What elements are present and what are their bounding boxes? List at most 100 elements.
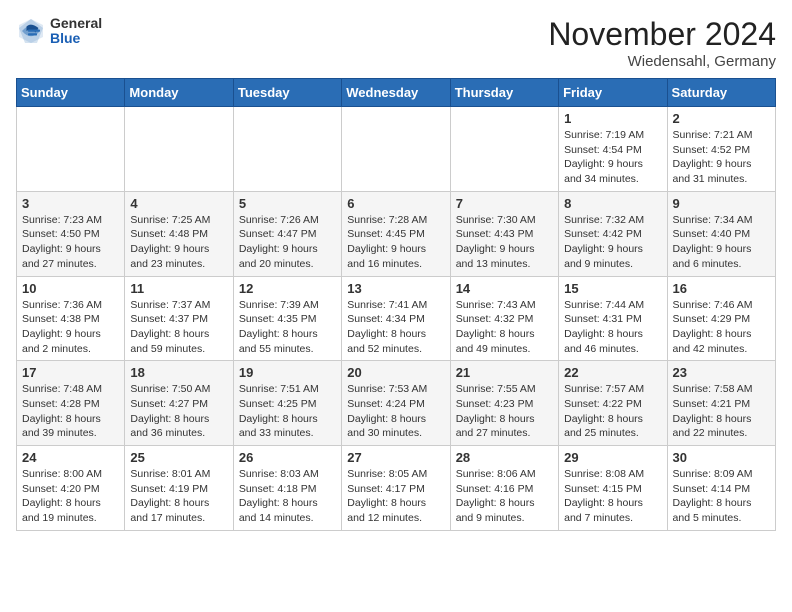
day-info: Sunrise: 8:09 AM Sunset: 4:14 PM Dayligh…	[673, 467, 770, 526]
calendar-cell: 4 Sunrise: 7:25 AM Sunset: 4:48 PM Daylig…	[125, 191, 233, 276]
logo-general: General	[50, 16, 102, 31]
day-info: Sunrise: 7:19 AM Sunset: 4:54 PM Dayligh…	[564, 128, 661, 187]
day-number: 7	[456, 196, 553, 211]
day-number: 29	[564, 450, 661, 465]
calendar-cell: 9 Sunrise: 7:34 AM Sunset: 4:40 PM Daylig…	[667, 191, 775, 276]
day-info: Sunrise: 7:58 AM Sunset: 4:21 PM Dayligh…	[673, 382, 770, 441]
calendar-cell: 30 Sunrise: 8:09 AM Sunset: 4:14 PM Dayli…	[667, 446, 775, 531]
day-info: Sunrise: 7:32 AM Sunset: 4:42 PM Dayligh…	[564, 213, 661, 272]
calendar-cell: 12Sunrise: 7:39 AM Sunset: 4:35 PM Dayli…	[233, 276, 341, 361]
month-title: November 2024	[548, 16, 776, 53]
calendar-week-3: 10 Sunrise: 7:36 AM Sunset: 4:38 PM Dayli…	[17, 276, 776, 361]
calendar-cell: 22 Sunrise: 7:57 AM Sunset: 4:22 PM Dayli…	[559, 361, 667, 446]
day-number: 4	[130, 196, 227, 211]
location: Wiedensahl, Germany	[548, 53, 776, 70]
day-number: 19	[239, 365, 336, 380]
day-number: 20	[347, 365, 444, 380]
calendar-cell: 17 Sunrise: 7:48 AM Sunset: 4:28 PM Dayli…	[17, 361, 125, 446]
day-info: Sunrise: 8:06 AM Sunset: 4:16 PM Dayligh…	[456, 467, 553, 526]
calendar-cell: 7 Sunrise: 7:30 AM Sunset: 4:43 PM Daylig…	[450, 191, 558, 276]
day-number: 6	[347, 196, 444, 211]
day-number: 5	[239, 196, 336, 211]
col-header-wednesday: Wednesday	[342, 79, 450, 107]
day-number: 8	[564, 196, 661, 211]
day-info: Sunrise: 7:37 AM Sunset: 4:37 PM Dayligh…	[130, 298, 227, 357]
day-number: 24	[22, 450, 119, 465]
calendar-cell: 15Sunrise: 7:44 AM Sunset: 4:31 PM Dayli…	[559, 276, 667, 361]
logo: General Blue	[16, 16, 102, 47]
day-info: Sunrise: 8:03 AM Sunset: 4:18 PM Dayligh…	[239, 467, 336, 526]
calendar-cell: 25Sunrise: 8:01 AM Sunset: 4:19 PM Dayli…	[125, 446, 233, 531]
calendar-cell	[450, 107, 558, 192]
calendar-cell: 23Sunrise: 7:58 AM Sunset: 4:21 PM Dayli…	[667, 361, 775, 446]
day-number: 12	[239, 281, 336, 296]
calendar-week-4: 17 Sunrise: 7:48 AM Sunset: 4:28 PM Dayli…	[17, 361, 776, 446]
day-number: 15	[564, 281, 661, 296]
day-info: Sunrise: 7:30 AM Sunset: 4:43 PM Dayligh…	[456, 213, 553, 272]
calendar-header-row: SundayMondayTuesdayWednesdayThursdayFrid…	[17, 79, 776, 107]
calendar-week-5: 24 Sunrise: 8:00 AM Sunset: 4:20 PM Dayli…	[17, 446, 776, 531]
day-number: 18	[130, 365, 227, 380]
day-info: Sunrise: 7:26 AM Sunset: 4:47 PM Dayligh…	[239, 213, 336, 272]
calendar-cell: 19 Sunrise: 7:51 AM Sunset: 4:25 PM Dayli…	[233, 361, 341, 446]
calendar-cell: 20 Sunrise: 7:53 AM Sunset: 4:24 PM Dayli…	[342, 361, 450, 446]
day-number: 13	[347, 281, 444, 296]
day-number: 22	[564, 365, 661, 380]
day-number: 9	[673, 196, 770, 211]
day-info: Sunrise: 7:53 AM Sunset: 4:24 PM Dayligh…	[347, 382, 444, 441]
day-info: Sunrise: 8:00 AM Sunset: 4:20 PM Dayligh…	[22, 467, 119, 526]
day-info: Sunrise: 7:43 AM Sunset: 4:32 PM Dayligh…	[456, 298, 553, 357]
day-info: Sunrise: 8:08 AM Sunset: 4:15 PM Dayligh…	[564, 467, 661, 526]
col-header-monday: Monday	[125, 79, 233, 107]
calendar-cell: 28 Sunrise: 8:06 AM Sunset: 4:16 PM Dayli…	[450, 446, 558, 531]
calendar-cell: 26 Sunrise: 8:03 AM Sunset: 4:18 PM Dayli…	[233, 446, 341, 531]
day-info: Sunrise: 7:57 AM Sunset: 4:22 PM Dayligh…	[564, 382, 661, 441]
day-number: 11	[130, 281, 227, 296]
calendar-cell: 13Sunrise: 7:41 AM Sunset: 4:34 PM Dayli…	[342, 276, 450, 361]
day-info: Sunrise: 7:48 AM Sunset: 4:28 PM Dayligh…	[22, 382, 119, 441]
calendar-cell: 29 Sunrise: 8:08 AM Sunset: 4:15 PM Dayli…	[559, 446, 667, 531]
col-header-tuesday: Tuesday	[233, 79, 341, 107]
calendar-cell: 11 Sunrise: 7:37 AM Sunset: 4:37 PM Dayli…	[125, 276, 233, 361]
day-number: 17	[22, 365, 119, 380]
calendar-cell: 16Sunrise: 7:46 AM Sunset: 4:29 PM Dayli…	[667, 276, 775, 361]
day-number: 28	[456, 450, 553, 465]
day-number: 10	[22, 281, 119, 296]
day-info: Sunrise: 7:50 AM Sunset: 4:27 PM Dayligh…	[130, 382, 227, 441]
calendar-cell	[342, 107, 450, 192]
col-header-saturday: Saturday	[667, 79, 775, 107]
calendar-week-2: 3Sunrise: 7:23 AM Sunset: 4:50 PM Daylig…	[17, 191, 776, 276]
logo-text: General Blue	[50, 16, 102, 47]
day-info: Sunrise: 7:25 AM Sunset: 4:48 PM Dayligh…	[130, 213, 227, 272]
day-info: Sunrise: 8:05 AM Sunset: 4:17 PM Dayligh…	[347, 467, 444, 526]
day-info: Sunrise: 7:36 AM Sunset: 4:38 PM Dayligh…	[22, 298, 119, 357]
page-header: General Blue November 2024 Wiedensahl, G…	[16, 16, 776, 70]
calendar-cell: 10 Sunrise: 7:36 AM Sunset: 4:38 PM Dayli…	[17, 276, 125, 361]
calendar-cell	[233, 107, 341, 192]
calendar-cell: 5 Sunrise: 7:26 AM Sunset: 4:47 PM Daylig…	[233, 191, 341, 276]
calendar-cell: 2 Sunrise: 7:21 AM Sunset: 4:52 PM Daylig…	[667, 107, 775, 192]
title-block: November 2024 Wiedensahl, Germany	[548, 16, 776, 70]
day-info: Sunrise: 7:21 AM Sunset: 4:52 PM Dayligh…	[673, 128, 770, 187]
calendar-cell: 27 Sunrise: 8:05 AM Sunset: 4:17 PM Dayli…	[342, 446, 450, 531]
day-number: 25	[130, 450, 227, 465]
day-number: 3	[22, 196, 119, 211]
day-number: 16	[673, 281, 770, 296]
calendar-week-1: 1Sunrise: 7:19 AM Sunset: 4:54 PM Daylig…	[17, 107, 776, 192]
calendar-cell: 14 Sunrise: 7:43 AM Sunset: 4:32 PM Dayli…	[450, 276, 558, 361]
day-info: Sunrise: 7:51 AM Sunset: 4:25 PM Dayligh…	[239, 382, 336, 441]
calendar-cell: 1Sunrise: 7:19 AM Sunset: 4:54 PM Daylig…	[559, 107, 667, 192]
col-header-thursday: Thursday	[450, 79, 558, 107]
day-number: 2	[673, 111, 770, 126]
day-info: Sunrise: 7:34 AM Sunset: 4:40 PM Dayligh…	[673, 213, 770, 272]
day-number: 26	[239, 450, 336, 465]
day-number: 14	[456, 281, 553, 296]
calendar-table: SundayMondayTuesdayWednesdayThursdayFrid…	[16, 78, 776, 531]
calendar-cell	[17, 107, 125, 192]
calendar-cell: 8 Sunrise: 7:32 AM Sunset: 4:42 PM Daylig…	[559, 191, 667, 276]
logo-icon	[16, 16, 46, 46]
calendar-cell: 24 Sunrise: 8:00 AM Sunset: 4:20 PM Dayli…	[17, 446, 125, 531]
day-number: 27	[347, 450, 444, 465]
day-info: Sunrise: 7:55 AM Sunset: 4:23 PM Dayligh…	[456, 382, 553, 441]
day-number: 30	[673, 450, 770, 465]
